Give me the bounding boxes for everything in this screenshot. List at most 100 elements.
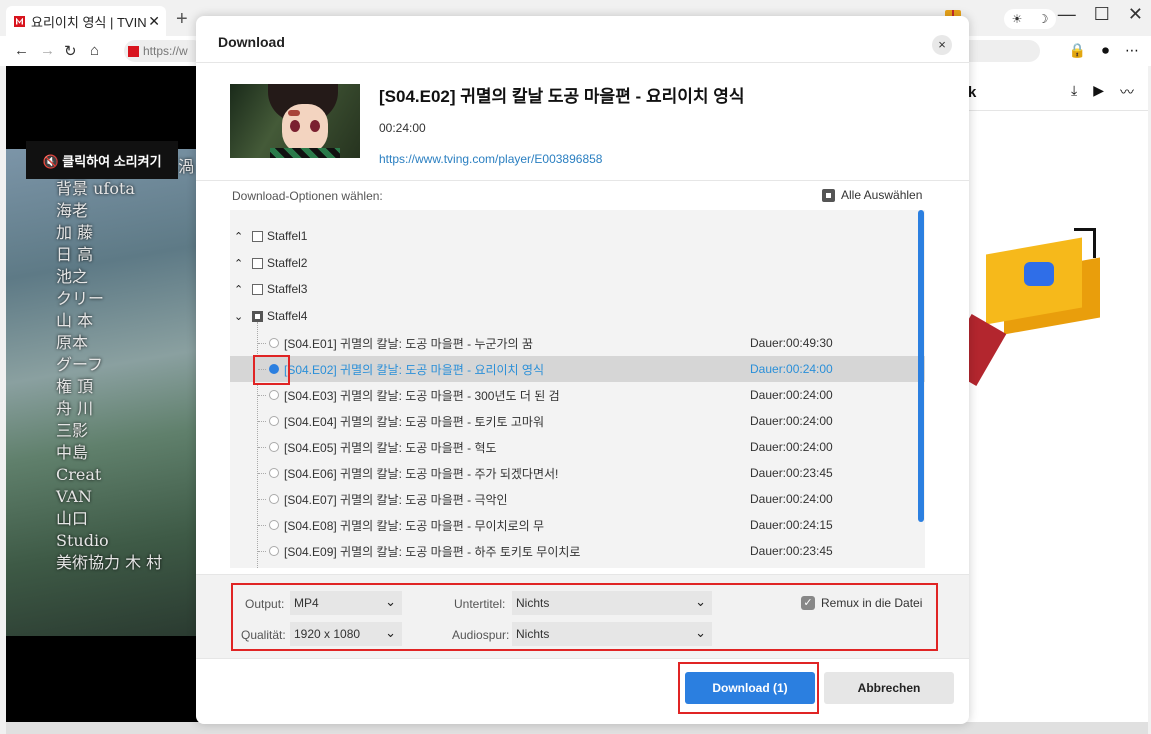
credits-overlay: 美術監督補佐 猿 渦背景 ufota海老加 藤日 高池之クリー山 本原本グーフ権… <box>56 156 194 574</box>
episode-radio[interactable] <box>269 520 279 530</box>
minimize-icon[interactable]: — <box>1058 4 1076 25</box>
lock-icon[interactable]: 🔒 <box>1069 42 1086 59</box>
tree-branch <box>258 394 266 396</box>
window-close-icon[interactable]: ✕ <box>1128 4 1143 25</box>
season-row[interactable]: ⌃ Staffel1 <box>234 227 307 245</box>
chevron-up-icon[interactable]: ⌃ <box>234 257 248 270</box>
tree-branch <box>258 446 266 448</box>
theme-toggle[interactable]: ☀ ☽ <box>1004 9 1056 29</box>
download-icon[interactable]: ⤓ <box>1071 82 1077 102</box>
episode-title: [S04.E03] 귀멸의 칼날: 도공 마을편 - 300년도 더 된 검 <box>284 388 560 403</box>
highlight-selected-radio <box>253 355 290 385</box>
credit-line: クリー <box>56 289 105 308</box>
season-label: Staffel4 <box>267 309 308 323</box>
list-scrollbar[interactable] <box>918 210 924 522</box>
episode-duration: Dauer:00:23:45 <box>750 466 833 480</box>
more-icon[interactable]: ⋯ <box>1125 42 1139 59</box>
home-icon[interactable]: ⌂ <box>90 42 99 59</box>
episode-radio[interactable] <box>269 416 279 426</box>
episode-title: [S04.E05] 귀멸의 칼날: 도공 마을편 - 혁도 <box>284 440 497 455</box>
episode-radio[interactable] <box>269 546 279 556</box>
new-tab-icon[interactable]: + <box>176 8 188 31</box>
episode-row[interactable]: [S04.E04] 귀멸의 칼날: 도공 마을편 - 토키토 고마워 Dauer:… <box>230 408 925 434</box>
reload-icon[interactable]: ↻ <box>64 42 77 60</box>
episode-list[interactable]: ⌃ Staffel1 ⌃ Staffel2 ⌃ Staffel3 ⌄ Staff… <box>230 210 925 568</box>
tab-title: 요리이치 영식 | TVIN <box>31 14 147 30</box>
credit-line: 日 高 <box>56 245 94 264</box>
promo-illustration <box>941 220 1148 420</box>
credit-line: 山 本 <box>56 311 94 330</box>
divider <box>196 658 969 659</box>
cancel-button[interactable]: Abbrechen <box>824 672 954 704</box>
url-favicon-icon <box>128 45 139 57</box>
episode-row[interactable]: [S04.E06] 귀멸의 칼날: 도공 마을편 - 주가 되겠다면서! Daue… <box>230 460 925 486</box>
audio-icon[interactable]: 〰 <box>1120 82 1134 102</box>
chevron-up-icon[interactable]: ⌃ <box>234 230 248 243</box>
credit-line: 背景 ufota <box>56 179 135 198</box>
video-url-link[interactable]: https://www.tving.com/player/E003896858 <box>379 152 602 166</box>
select-all-checkbox[interactable]: Alle Auswählen <box>822 188 922 202</box>
season-checkbox[interactable] <box>252 283 263 295</box>
tree-branch <box>258 498 266 500</box>
dialog-close-button[interactable]: × <box>932 35 952 55</box>
episode-radio[interactable] <box>269 338 279 348</box>
season-label: Staffel3 <box>267 282 308 296</box>
video-thumbnail <box>230 84 360 158</box>
episode-row[interactable]: [S04.E02] 귀멸의 칼날: 도공 마을편 - 요리이치 영식 Dauer:… <box>230 356 925 382</box>
credit-line: 加 藤 <box>56 223 94 242</box>
maximize-icon[interactable]: ☐ <box>1094 4 1110 25</box>
season-row[interactable]: ⌄ Staffel4 <box>234 307 307 325</box>
season-row[interactable]: ⌃ Staffel3 <box>234 280 307 298</box>
episode-title: [S04.E08] 귀멸의 칼날: 도공 마을편 - 무이치로의 무 <box>284 518 545 533</box>
divider <box>196 180 969 181</box>
episode-radio[interactable] <box>269 442 279 452</box>
chevron-down-icon[interactable]: ⌄ <box>234 310 248 323</box>
options-label: Download-Optionen wählen: <box>232 189 383 203</box>
video-title: [S04.E02] 귀멸의 칼날 도공 마을편 - 요리이치 영식 <box>379 87 745 106</box>
episode-row[interactable]: [S04.E03] 귀멸의 칼날: 도공 마을편 - 300년도 더 된 검 Da… <box>230 382 925 408</box>
season-checkbox[interactable] <box>252 257 263 269</box>
credit-line: 権 頂 <box>56 377 94 396</box>
episode-row[interactable]: [S04.E01] 귀멸의 칼날: 도공 마을편 - 누군가의 꿈 Dauer:0… <box>230 330 925 356</box>
season-checkbox[interactable] <box>252 310 263 322</box>
record-icon[interactable]: ⏺ <box>1102 42 1109 59</box>
camera-icon <box>1024 262 1054 286</box>
credit-line: VAN <box>56 487 93 506</box>
tree-branch <box>258 524 266 526</box>
season-row[interactable]: ⌃ Staffel2 <box>234 254 307 272</box>
credit-line: Creat <box>56 465 102 484</box>
episode-row[interactable]: [S04.E08] 귀멸의 칼날: 도공 마을편 - 무이치로의 무 Dauer:… <box>230 512 925 538</box>
tree-branch <box>258 550 266 552</box>
browser-toolbar: 🔒 ⏺ ⋯ <box>1069 42 1139 59</box>
episode-title: [S04.E04] 귀멸의 칼날: 도공 마을편 - 토키토 고마워 <box>284 414 545 429</box>
episode-duration: Dauer:00:23:45 <box>750 544 833 558</box>
episode-radio[interactable] <box>269 468 279 478</box>
video-duration: 00:24:00 <box>379 121 426 135</box>
credit-line: 海老 <box>56 201 89 220</box>
episode-row[interactable]: [S04.E07] 귀멸의 칼날: 도공 마을편 - 극악인 Dauer:00:2… <box>230 486 925 512</box>
extension-panel: k ⤓ ▶ 〰 <box>941 66 1148 722</box>
browser-tab[interactable]: 요리이치 영식 | TVIN ✕ <box>6 6 166 36</box>
episode-radio[interactable] <box>269 494 279 504</box>
back-icon[interactable]: ← <box>14 42 29 59</box>
chevron-up-icon[interactable]: ⌃ <box>234 283 248 296</box>
address-bar[interactable]: https://w <box>124 40 204 62</box>
episode-radio[interactable] <box>269 390 279 400</box>
checkbox-icon <box>822 188 835 202</box>
select-all-label: Alle Auswählen <box>841 188 923 202</box>
episode-row[interactable]: [S04.E09] 귀멸의 칼날: 도공 마을편 - 하주 토키토 무이치로 Da… <box>230 538 925 564</box>
sun-icon: ☀ <box>1011 12 1023 26</box>
unmute-button[interactable]: 🔇 클릭하여 소리켜기 <box>26 141 178 179</box>
tab-close-icon[interactable]: ✕ <box>148 13 160 30</box>
video-icon[interactable]: ▶ <box>1093 82 1104 102</box>
dialog-title: Download <box>218 34 285 50</box>
season-checkbox[interactable] <box>252 230 263 242</box>
episode-duration: Dauer:00:24:00 <box>750 414 833 428</box>
forward-icon[interactable]: → <box>40 42 55 59</box>
tree-branch <box>258 472 266 474</box>
address-bar-end[interactable] <box>968 40 1040 62</box>
credit-line: グーフ <box>56 355 104 374</box>
download-dialog: Download × [S04.E02] 귀멸의 칼날 도공 마을편 - 요리이… <box>196 16 969 724</box>
episode-row[interactable]: [S04.E05] 귀멸의 칼날: 도공 마을편 - 혁도 Dauer:00:24… <box>230 434 925 460</box>
address-text: https://w <box>143 44 188 58</box>
